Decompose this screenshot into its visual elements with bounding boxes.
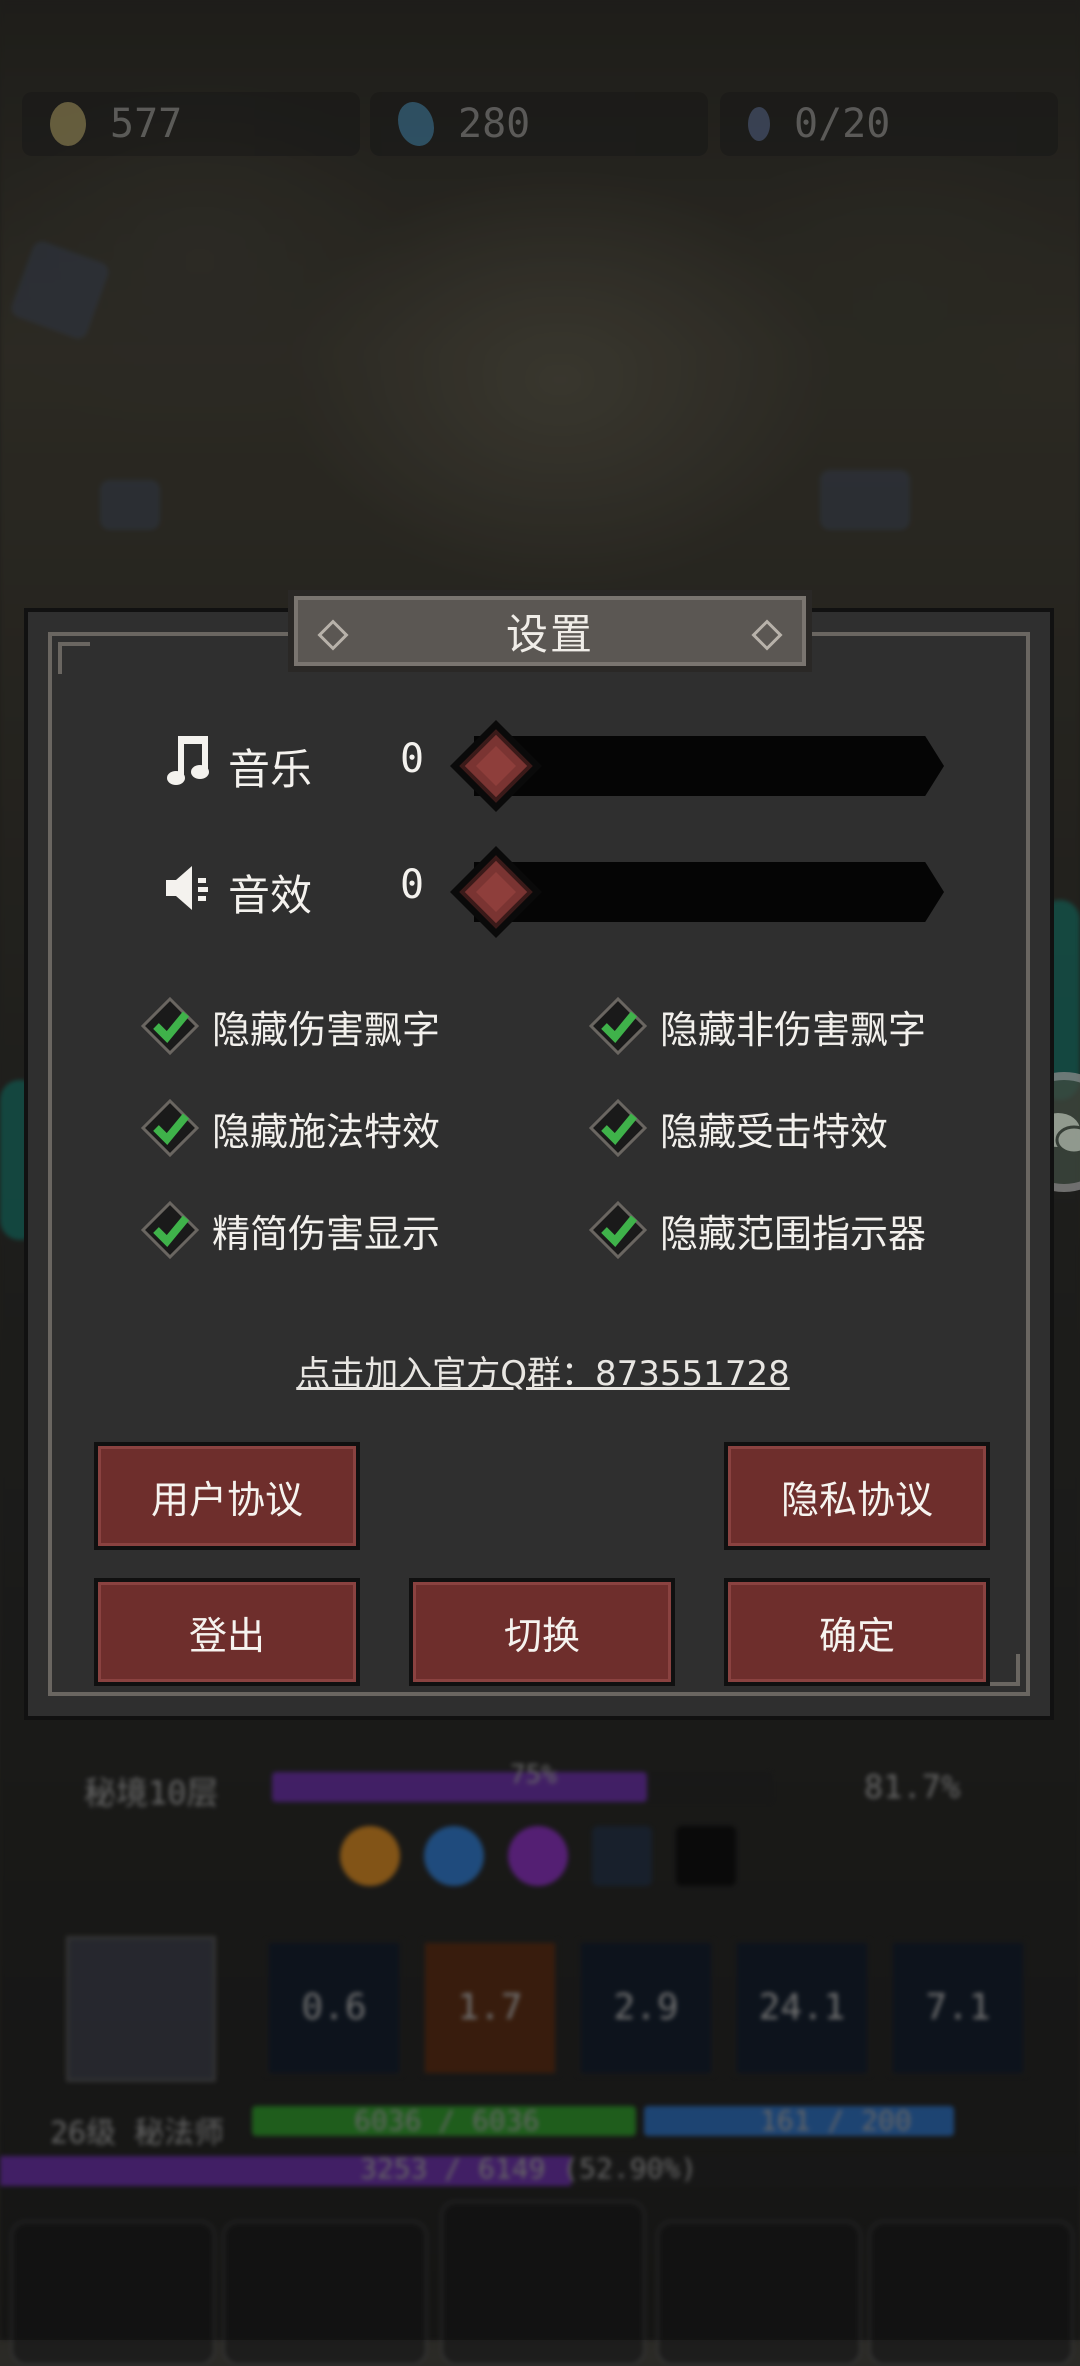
sfx-slider-knob[interactable]: [448, 844, 544, 940]
music-value: 0: [400, 736, 425, 782]
qq-group-link[interactable]: 点击加入官方Q群：873551728: [28, 1346, 1058, 1395]
user-agreement-button[interactable]: 用户协议: [94, 1442, 360, 1550]
option-hide-non-damage-text[interactable]: 隐藏非伤害飘字: [588, 994, 926, 1058]
confirm-button[interactable]: 确定: [724, 1578, 990, 1686]
option-label: 隐藏施法特效: [212, 1109, 441, 1154]
option-simplify-damage[interactable]: 精简伤害显示: [140, 1198, 440, 1262]
logout-button[interactable]: 登出: [94, 1578, 360, 1686]
option-hide-hit-effects[interactable]: 隐藏受击特效: [588, 1096, 888, 1160]
music-slider-track[interactable]: [474, 736, 944, 796]
option-hide-range-indicator[interactable]: 隐藏范围指示器: [588, 1198, 926, 1262]
checkbox-checked-icon: [588, 996, 648, 1056]
checkbox-checked-icon: [140, 996, 200, 1056]
checkbox-checked-icon: [140, 1200, 200, 1260]
option-label: 隐藏受击特效: [660, 1109, 889, 1154]
checkbox-checked-icon: [140, 1098, 200, 1158]
checkbox-checked-icon: [588, 1098, 648, 1158]
settings-dialog: 设置 音乐 0 音效 0 隐藏伤害飘字 隐藏非伤害飘字 隐藏施法特效 隐藏受击特…: [24, 590, 1054, 1720]
switch-account-button[interactable]: 切换: [409, 1578, 675, 1686]
option-label: 隐藏范围指示器: [660, 1211, 927, 1256]
option-hide-cast-effects[interactable]: 隐藏施法特效: [140, 1096, 440, 1160]
sfx-label: 音效: [228, 871, 313, 920]
option-label: 精简伤害显示: [212, 1211, 441, 1256]
sfx-row: 音效 0: [28, 838, 1058, 938]
speaker-icon: [166, 866, 208, 910]
option-label: 隐藏伤害飘字: [212, 1007, 441, 1052]
music-note-icon: [167, 736, 209, 785]
dialog-title: 设置: [505, 609, 594, 659]
option-hide-damage-text[interactable]: 隐藏伤害飘字: [140, 994, 440, 1058]
privacy-button[interactable]: 隐私协议: [724, 1442, 990, 1550]
sfx-slider-track[interactable]: [474, 862, 944, 922]
sfx-value: 0: [400, 862, 425, 908]
music-label: 音乐: [228, 745, 313, 794]
music-row: 音乐 0: [28, 712, 1058, 812]
ornament-left-icon: [317, 619, 349, 651]
music-slider-knob[interactable]: [448, 718, 544, 814]
checkbox-checked-icon: [588, 1200, 648, 1260]
dialog-title-plate: 设置: [288, 590, 812, 672]
ornament-right-icon: [751, 619, 783, 651]
option-label: 隐藏非伤害飘字: [660, 1007, 927, 1052]
